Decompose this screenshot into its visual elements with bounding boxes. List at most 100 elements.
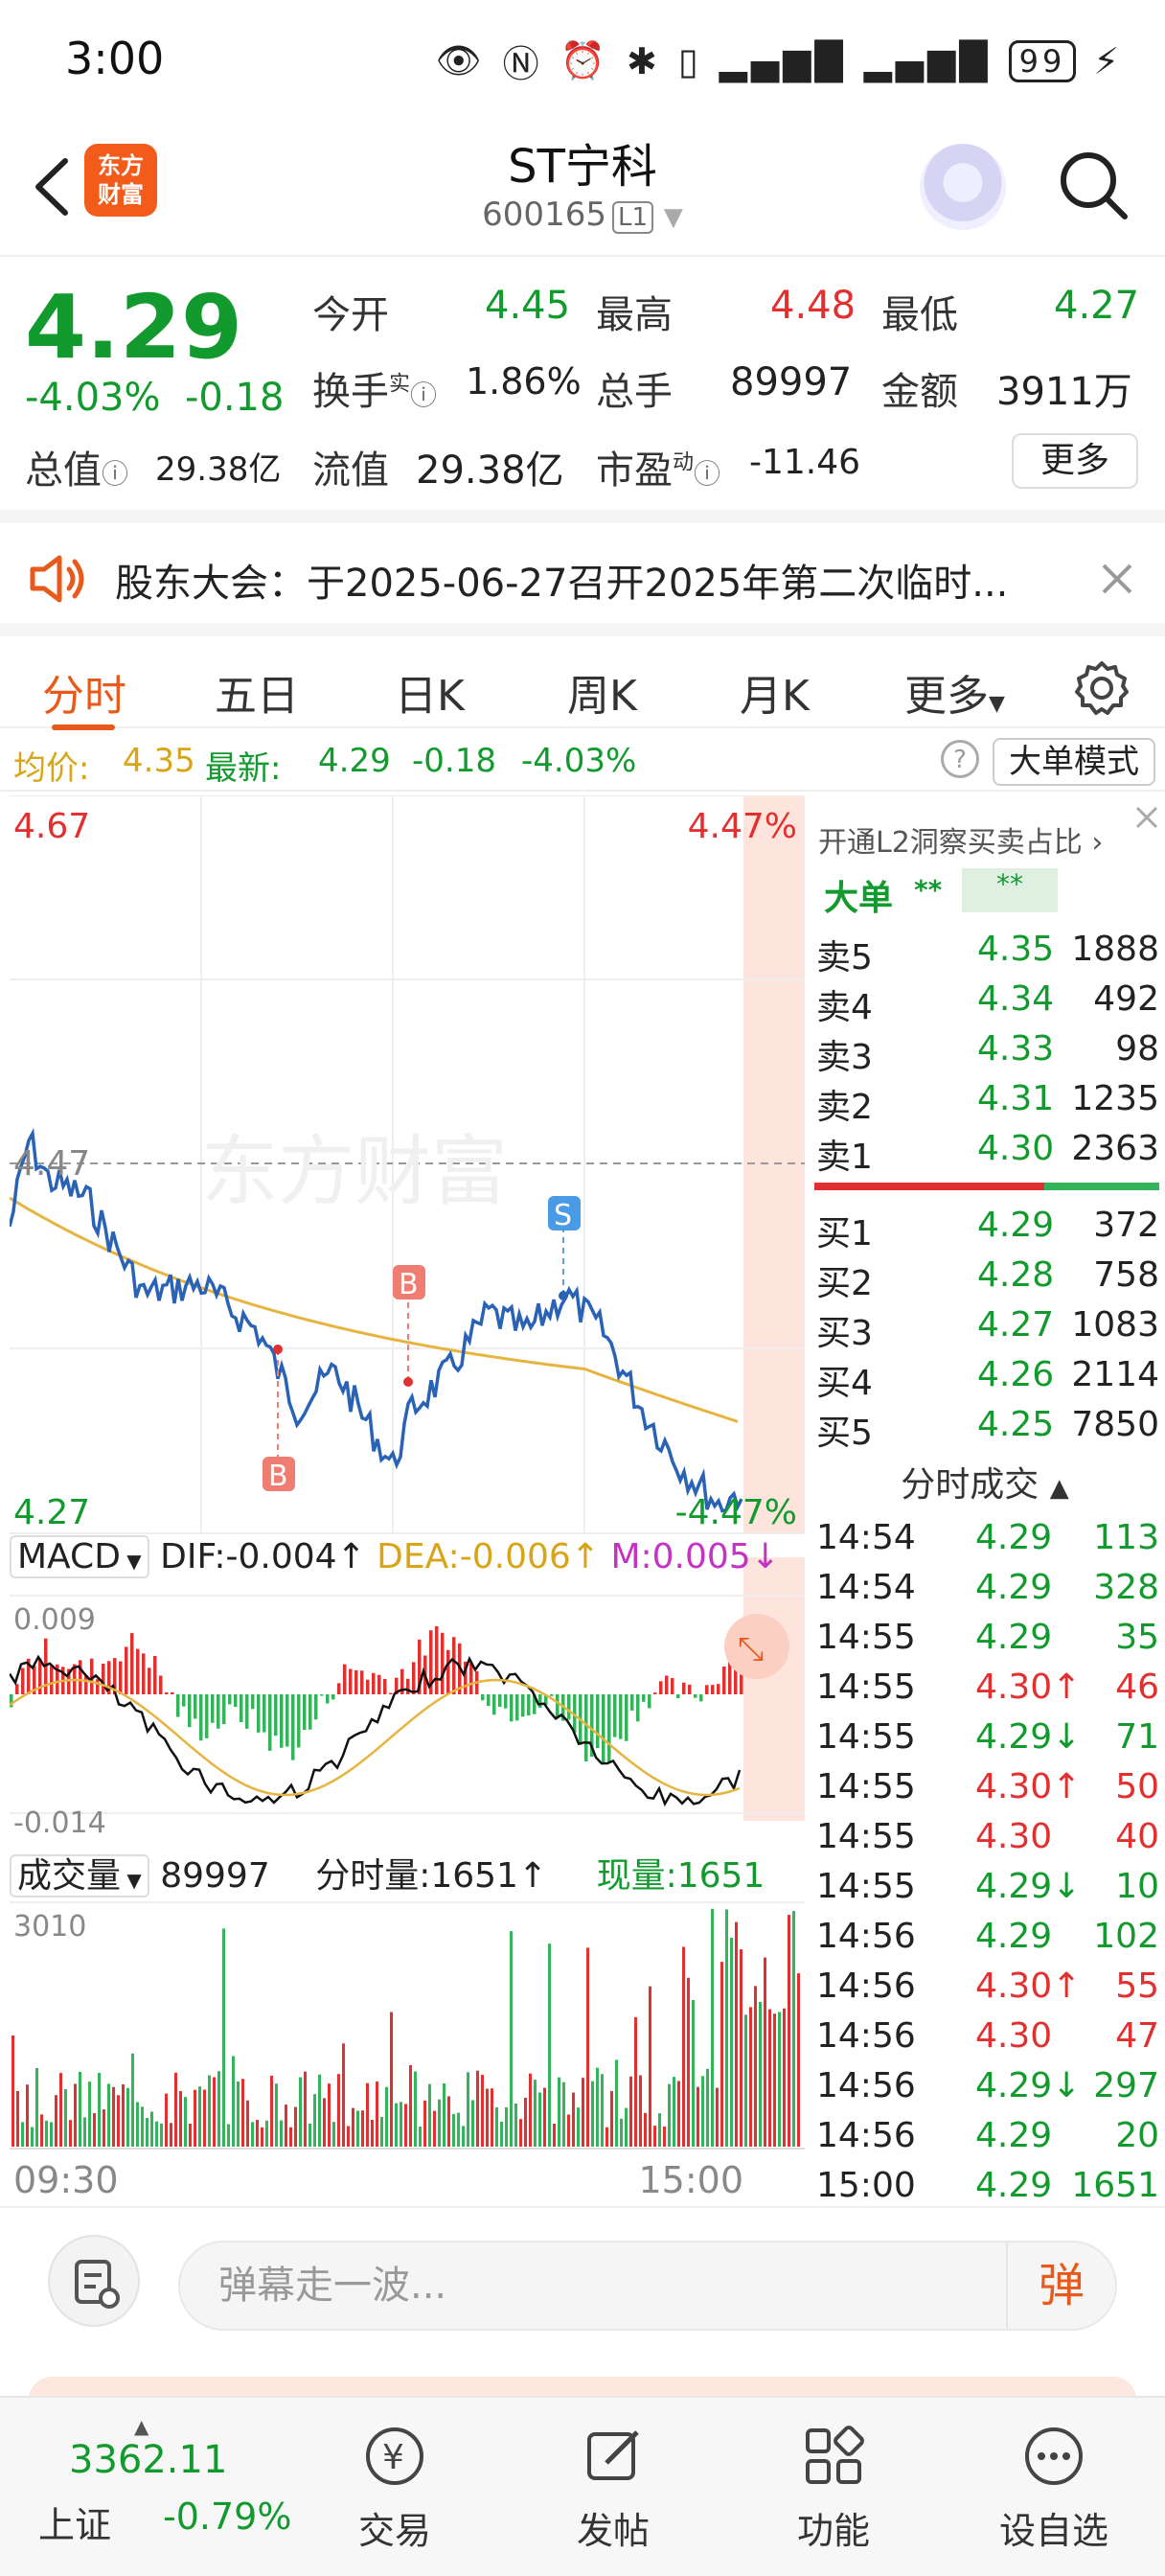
avg-price-line: [10, 1196, 739, 1423]
notice-bar[interactable]: 股东大会：于2025-06-27召开2025年第二次临时...: [0, 510, 1165, 623]
trade-time: 14:55: [816, 1867, 916, 1906]
trade-volume: 35: [1115, 1618, 1159, 1657]
macd-selector[interactable]: MACD ▼: [10, 1535, 149, 1578]
bid-price: 4.25: [977, 1405, 1055, 1444]
pe-value: -11.46: [749, 443, 861, 482]
volume-bar: [107, 2083, 110, 2147]
macd-bar: [636, 1694, 640, 1722]
x-axis-end: 15:00: [638, 2159, 743, 2201]
macd-bar: [550, 1694, 554, 1696]
volume-bar: [663, 2127, 666, 2147]
ask-price: 4.31: [977, 1079, 1055, 1118]
macd-bar: [165, 1691, 169, 1694]
tab-more[interactable]: 更多▼: [904, 661, 1005, 723]
nav-watchlist[interactable]: 设自选: [958, 2423, 1150, 2554]
bid-row[interactable]: 买1 4.29 372: [814, 1202, 1159, 1254]
volume-bar: [620, 2118, 623, 2147]
speaker-icon: [30, 555, 84, 603]
bid-volume: 372: [1093, 1206, 1159, 1245]
volume-bar: [280, 2120, 283, 2147]
volume-bar: [711, 1908, 714, 2147]
volume-bar: [524, 2097, 527, 2147]
vol-selector[interactable]: 成交量 ▼: [10, 1854, 149, 1898]
note-settings-icon[interactable]: [48, 2235, 140, 2327]
marker-b2-label: B: [399, 1268, 419, 1301]
change-amount: -0.18: [184, 376, 285, 420]
marker-b1-label: B: [268, 1460, 288, 1493]
volume-bar: [404, 2104, 407, 2147]
trade-time: 14:54: [816, 1518, 916, 1557]
gear-icon[interactable]: [1073, 659, 1131, 717]
tab-five-day[interactable]: 五日: [215, 661, 299, 723]
volume-bar: [514, 2103, 517, 2147]
bluetooth-icon: ✱: [627, 39, 661, 82]
macd-bar: [567, 1694, 571, 1720]
chart-area[interactable]: 东方财富 B B S 4.67 4.47 4.27 4.47% -4.47% 0…: [10, 795, 805, 2204]
tab-monthly-k[interactable]: 月K: [740, 661, 810, 723]
ask-row[interactable]: 卖4 4.34 492: [814, 976, 1159, 1027]
more-button[interactable]: 更多: [1012, 433, 1138, 489]
info-icon[interactable]: ⓘ: [410, 380, 437, 411]
trades-title[interactable]: 分时成交 ▲: [805, 1457, 1165, 1506]
intraday-chart-svg[interactable]: 东方财富 B B S 4.67 4.47 4.27 4.47% -4.47% 0…: [10, 795, 805, 2204]
comment-bar: 弹幕走一波... 弹: [0, 2206, 1165, 2350]
macd-bar: [21, 1668, 25, 1694]
tab-weekly-k[interactable]: 周K: [567, 661, 637, 723]
nav-trade-label: 交易: [357, 2510, 431, 2552]
low-value: 4.27: [1054, 284, 1140, 328]
tab-intraday[interactable]: 分时: [42, 661, 126, 723]
ask-row[interactable]: 卖1 4.30 2363: [814, 1125, 1159, 1177]
volume-bar: [64, 2089, 67, 2147]
ask-row[interactable]: 卖3 4.33 98: [814, 1025, 1159, 1077]
bid-row[interactable]: 买2 4.28 758: [814, 1252, 1159, 1303]
ask-row[interactable]: 卖5 4.35 1888: [814, 926, 1159, 978]
assistant-robot-icon[interactable]: [920, 144, 1006, 230]
macd-bar: [446, 1649, 450, 1694]
volume-bar: [136, 2102, 139, 2147]
info-icon[interactable]: ⓘ: [102, 458, 128, 490]
close-promo-icon[interactable]: [1134, 805, 1159, 830]
nav-post[interactable]: 发帖: [517, 2423, 709, 2554]
search-icon[interactable]: [1058, 150, 1131, 222]
bid-row[interactable]: 买5 4.25 7850: [814, 1401, 1159, 1453]
ask-price: 4.30: [977, 1129, 1055, 1168]
pe-sup: 动: [673, 450, 695, 475]
macd-shade: [743, 1557, 805, 1821]
nav-trade[interactable]: ¥ 交易: [299, 2423, 491, 2554]
volume-bar: [452, 2113, 455, 2147]
tab-daily-k[interactable]: 日K: [395, 661, 465, 723]
ask-row[interactable]: 卖2 4.31 1235: [814, 1075, 1159, 1127]
trade-price: 4.29: [975, 1618, 1053, 1657]
macd-bar: [159, 1675, 163, 1694]
bigorder-bar: **: [962, 868, 1058, 912]
latest-change: -0.18: [412, 742, 496, 780]
volume-bar: [170, 2123, 172, 2147]
bid-label: 买3: [816, 1314, 873, 1353]
low-label: 最低: [881, 293, 958, 337]
l2-promo[interactable]: 开通L2洞察买卖占比 ›: [818, 818, 1103, 861]
stock-code: 600165: [482, 196, 606, 234]
trade-price: 4.29↓: [975, 1867, 1082, 1906]
volume-bar: [69, 2120, 72, 2147]
nav-functions[interactable]: 功能: [738, 2423, 929, 2554]
charging-icon: ⚡: [1093, 39, 1123, 82]
close-icon[interactable]: [1100, 562, 1134, 596]
volume-bar: [208, 2075, 211, 2147]
bid-row[interactable]: 买4 4.26 2114: [814, 1351, 1159, 1403]
macd-bar: [487, 1694, 491, 1707]
danmu-button[interactable]: 弹: [1006, 2242, 1115, 2329]
index-ticker[interactable]: 3362.11 上证 -0.79% ▲: [0, 2415, 291, 2568]
macd-bar: [659, 1681, 663, 1694]
danmu-input[interactable]: 弹幕走一波...: [178, 2241, 1117, 2331]
volume-bar: [237, 2082, 240, 2147]
volume-bar: [261, 2127, 263, 2147]
vol-label: 成交量: [17, 1856, 122, 1896]
info-icon[interactable]: ⓘ: [694, 458, 720, 490]
bid-row[interactable]: 买3 4.27 1083: [814, 1301, 1159, 1353]
macd-bar: [297, 1694, 301, 1748]
alarm-icon: ⏰: [560, 39, 610, 81]
trade-time: 14:56: [816, 2016, 916, 2056]
caret-down-icon: ▼: [121, 1869, 142, 1892]
bigorder-mode-button[interactable]: 大单模式: [993, 738, 1155, 786]
help-icon[interactable]: ?: [941, 740, 979, 778]
